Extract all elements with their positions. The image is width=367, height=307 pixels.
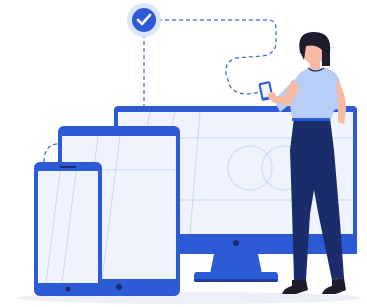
monitor-power-dot: [233, 240, 239, 246]
monitor-base-shadow: [194, 279, 278, 282]
phone-screen: [38, 171, 98, 283]
check-badge: [127, 3, 161, 37]
monitor-neck: [210, 254, 262, 274]
multi-device-sync-illustration: [0, 0, 367, 307]
left-shoe: [282, 280, 308, 294]
right-shoe: [322, 278, 346, 294]
phone-speaker: [60, 166, 76, 168]
connector-check-to-person: [158, 19, 277, 95]
illustration-canvas: [18, 3, 362, 304]
phone-home-button: [65, 286, 71, 292]
tablet-home-button: [116, 284, 122, 290]
hand: [268, 92, 276, 100]
phone: [34, 162, 102, 296]
